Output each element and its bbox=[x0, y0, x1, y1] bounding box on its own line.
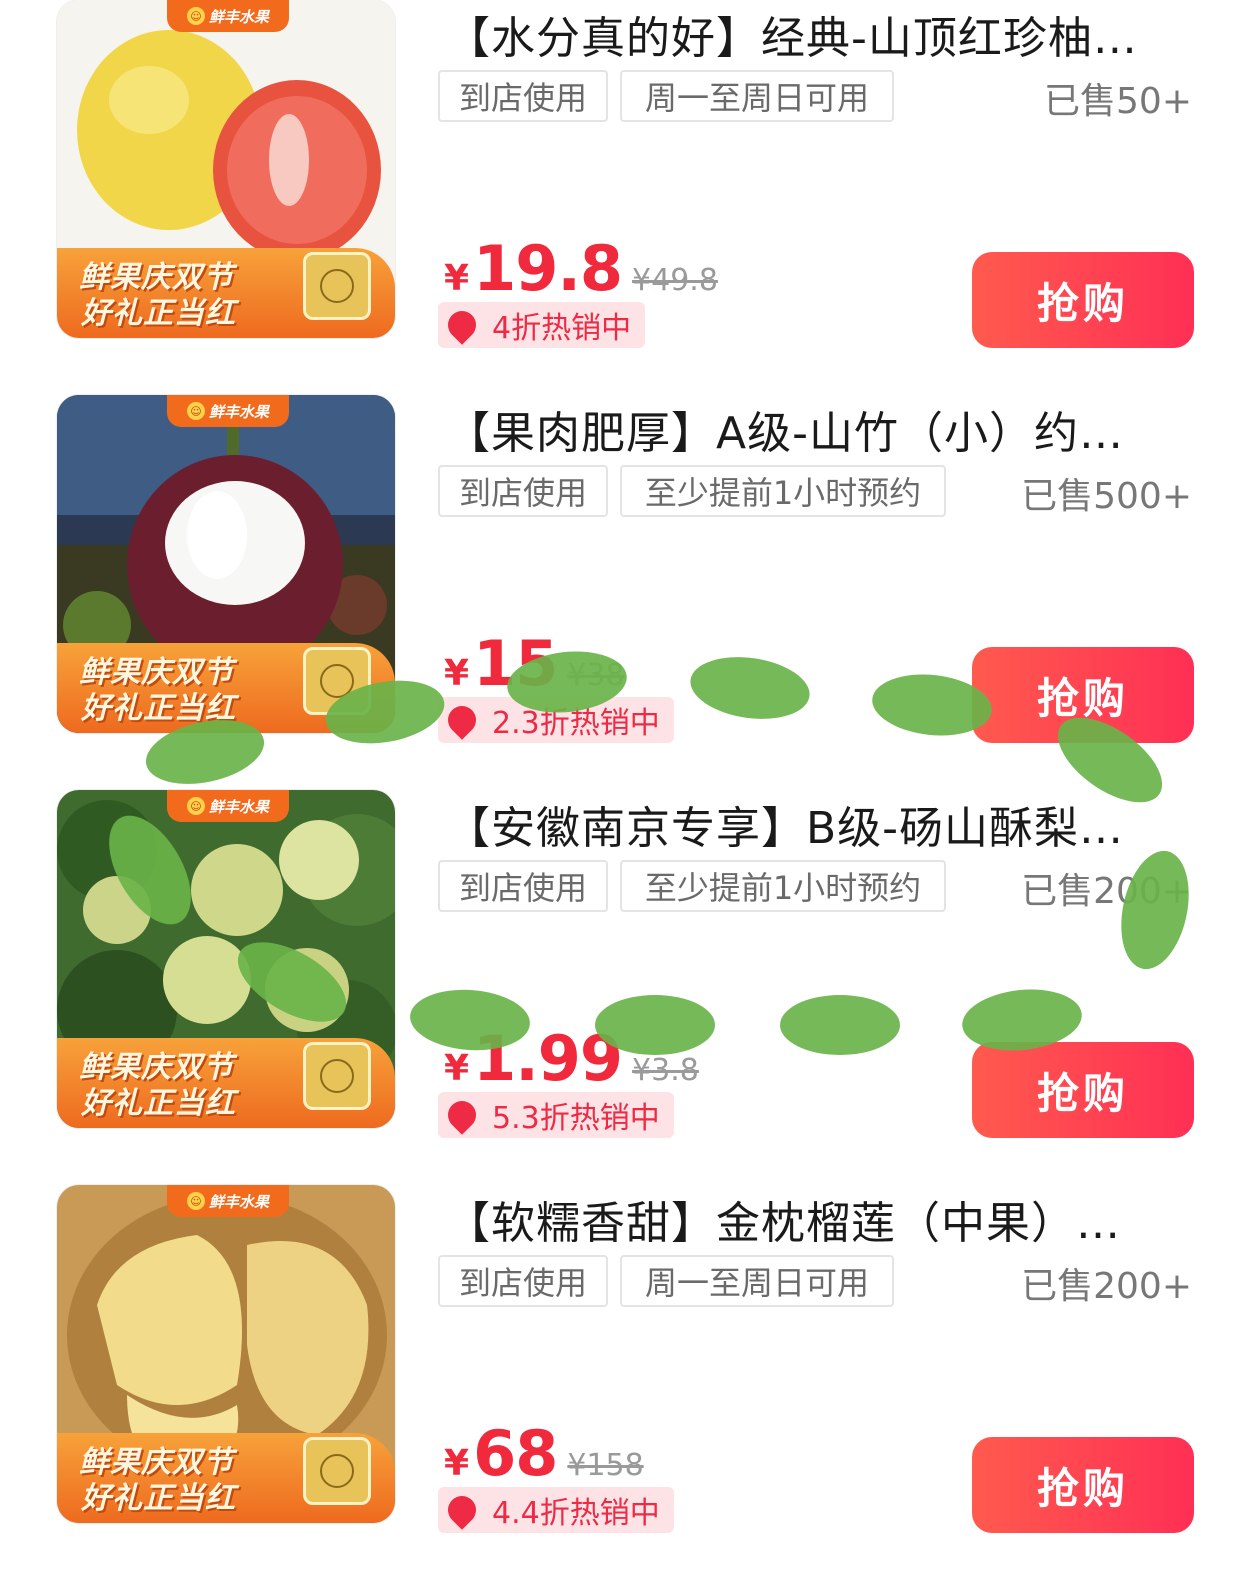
discount-text: 4折热销中 bbox=[492, 311, 632, 346]
price-row: ¥ 68 ¥158 bbox=[444, 1417, 644, 1490]
product-image-durian[interactable]: ☺ 鲜丰水果 鲜果庆双节 好礼正当红 bbox=[57, 1185, 395, 1523]
original-price: ¥38 bbox=[567, 658, 625, 693]
tag-in-store: 到店使用 bbox=[438, 1255, 608, 1307]
discount-badge: 2.3折热销中 bbox=[438, 697, 674, 743]
currency-symbol: ¥ bbox=[444, 1048, 470, 1089]
discount-text: 5.3折热销中 bbox=[492, 1101, 660, 1136]
product-card[interactable]: ☺ 鲜丰水果 鲜果庆双节 好礼正当红 【安徽南京专享】B级-砀山酥梨… 到店使用 … bbox=[0, 790, 1260, 1185]
gift-box-icon bbox=[303, 1042, 371, 1110]
price-row: ¥ 1.99 ¥3.8 bbox=[444, 1022, 699, 1095]
smile-icon: ☺ bbox=[186, 7, 205, 25]
sold-count: 已售200+ bbox=[1021, 871, 1192, 912]
original-price: ¥49.8 bbox=[632, 263, 718, 298]
tag-availability: 周一至周日可用 bbox=[620, 1255, 894, 1307]
current-price: 19.8 bbox=[473, 232, 623, 305]
product-image-mangosteen[interactable]: ☺ 鲜丰水果 鲜果庆双节 好礼正当红 bbox=[57, 395, 395, 733]
currency-symbol: ¥ bbox=[444, 258, 470, 299]
brand-tab-label: 鲜丰水果 bbox=[208, 797, 269, 816]
smile-icon: ☺ bbox=[186, 797, 205, 815]
sold-count: 已售200+ bbox=[1021, 1266, 1192, 1307]
current-price: 15 bbox=[473, 627, 558, 700]
discount-text: 4.4折热销中 bbox=[492, 1496, 660, 1531]
promo-band: 鲜果庆双节 好礼正当红 bbox=[57, 1433, 395, 1523]
product-card[interactable]: ☺ 鲜丰水果 鲜果庆双节 好礼正当红 【果肉肥厚】A级-山竹（小）约… 到店使用 … bbox=[0, 395, 1260, 790]
flame-icon bbox=[442, 1490, 482, 1530]
product-title[interactable]: 【果肉肥厚】A级-山竹（小）约… bbox=[446, 397, 1206, 461]
smile-icon: ☺ bbox=[186, 1192, 205, 1210]
product-image-pomelo[interactable]: ☺ 鲜丰水果 鲜果庆双节 好礼正当红 bbox=[57, 0, 395, 338]
discount-badge: 4折热销中 bbox=[438, 302, 646, 348]
buy-button[interactable]: 抢购 bbox=[972, 252, 1194, 348]
promo-line-2: 好礼正当红 bbox=[81, 1481, 236, 1516]
product-title[interactable]: 【软糯香甜】金枕榴莲（中果）… bbox=[446, 1187, 1206, 1251]
brand-tab-label: 鲜丰水果 bbox=[208, 1192, 269, 1211]
promo-band: 鲜果庆双节 好礼正当红 bbox=[57, 248, 395, 338]
price-row: ¥ 19.8 ¥49.8 bbox=[444, 232, 718, 305]
tag-availability: 至少提前1小时预约 bbox=[620, 465, 946, 517]
flame-icon bbox=[442, 700, 482, 740]
brand-tab: ☺ 鲜丰水果 bbox=[167, 395, 289, 427]
brand-tab: ☺ 鲜丰水果 bbox=[167, 1185, 289, 1217]
buy-button[interactable]: 抢购 bbox=[972, 1437, 1194, 1533]
brand-tab-label: 鲜丰水果 bbox=[208, 7, 269, 26]
sold-count: 已售500+ bbox=[1021, 476, 1192, 517]
discount-text: 2.3折热销中 bbox=[492, 706, 660, 741]
original-price: ¥3.8 bbox=[632, 1053, 699, 1088]
promo-line-2: 好礼正当红 bbox=[81, 691, 236, 726]
buy-button[interactable]: 抢购 bbox=[972, 647, 1194, 743]
tag-availability: 周一至周日可用 bbox=[620, 70, 894, 122]
product-card[interactable]: ☺ 鲜丰水果 鲜果庆双节 好礼正当红 【水分真的好】经典-山顶红珍柚… 到店使用 … bbox=[0, 0, 1260, 395]
price-row: ¥ 15 ¥38 bbox=[444, 627, 625, 700]
tag-in-store: 到店使用 bbox=[438, 860, 608, 912]
promo-line-2: 好礼正当红 bbox=[81, 296, 236, 331]
product-card[interactable]: ☺ 鲜丰水果 鲜果庆双节 好礼正当红 【软糯香甜】金枕榴莲（中果）… 到店使用 周… bbox=[0, 1185, 1260, 1580]
currency-symbol: ¥ bbox=[444, 653, 470, 694]
discount-badge: 4.4折热销中 bbox=[438, 1487, 674, 1533]
product-title[interactable]: 【安徽南京专享】B级-砀山酥梨… bbox=[446, 792, 1206, 856]
brand-tab: ☺ 鲜丰水果 bbox=[167, 790, 289, 822]
brand-tab: ☺ 鲜丰水果 bbox=[167, 0, 289, 32]
current-price: 1.99 bbox=[473, 1022, 623, 1095]
promo-band: 鲜果庆双节 好礼正当红 bbox=[57, 643, 395, 733]
buy-button[interactable]: 抢购 bbox=[972, 1042, 1194, 1138]
smile-icon: ☺ bbox=[186, 402, 205, 420]
gift-box-icon bbox=[303, 1437, 371, 1505]
product-title[interactable]: 【水分真的好】经典-山顶红珍柚… bbox=[446, 2, 1206, 66]
gift-box-icon bbox=[303, 647, 371, 715]
product-image-pear[interactable]: ☺ 鲜丰水果 鲜果庆双节 好礼正当红 bbox=[57, 790, 395, 1128]
promo-band: 鲜果庆双节 好礼正当红 bbox=[57, 1038, 395, 1128]
tag-in-store: 到店使用 bbox=[438, 465, 608, 517]
currency-symbol: ¥ bbox=[444, 1443, 470, 1484]
sold-count: 已售50+ bbox=[1044, 81, 1192, 122]
flame-icon bbox=[442, 1095, 482, 1135]
original-price: ¥158 bbox=[567, 1448, 644, 1483]
flame-icon bbox=[442, 305, 482, 345]
promo-line-2: 好礼正当红 bbox=[81, 1086, 236, 1121]
tag-in-store: 到店使用 bbox=[438, 70, 608, 122]
brand-tab-label: 鲜丰水果 bbox=[208, 402, 269, 421]
tag-availability: 至少提前1小时预约 bbox=[620, 860, 946, 912]
current-price: 68 bbox=[473, 1417, 558, 1490]
product-list: ☺ 鲜丰水果 鲜果庆双节 好礼正当红 【水分真的好】经典-山顶红珍柚… 到店使用 … bbox=[0, 0, 1260, 1580]
discount-badge: 5.3折热销中 bbox=[438, 1092, 674, 1138]
gift-box-icon bbox=[303, 252, 371, 320]
